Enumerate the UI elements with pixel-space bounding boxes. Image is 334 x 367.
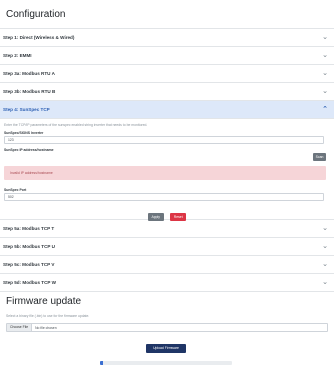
step-4-header[interactable]: Step 4: SunSpec TCP ⌃ xyxy=(0,101,334,119)
firmware-description: Select a binary file (.bin) to use for t… xyxy=(6,314,90,318)
step-4-hint: Enter the TCP/IP parameters of the sunsp… xyxy=(4,123,148,127)
step-1-label: Step 1: Direct (Wireless & Wired) xyxy=(3,35,75,40)
config-steps-accordion: Step 1: Direct (Wireless & Wired) ⌄ Step… xyxy=(0,28,334,292)
chevron-down-icon: ⌄ xyxy=(322,224,328,232)
step-5a-header[interactable]: Step 5a: Modbus TCP T ⌄ xyxy=(0,220,334,238)
firmware-file-input[interactable]: Choose File No file chosen xyxy=(6,323,328,332)
chevron-down-icon: ⌄ xyxy=(322,87,328,95)
step-5d-label: Step 5d: Modbus TCP W xyxy=(3,280,56,285)
page: Configuration Step 1: Direct (Wireless &… xyxy=(0,0,334,367)
step-5b-header[interactable]: Step 5b: Modbus TCP U ⌄ xyxy=(0,238,334,256)
step-1-header[interactable]: Step 1: Direct (Wireless & Wired) ⌄ xyxy=(0,29,334,47)
chevron-down-icon: ⌄ xyxy=(322,33,328,41)
reset-button[interactable]: Reset xyxy=(170,213,187,221)
step-4-body: Enter the TCP/IP parameters of the sunsp… xyxy=(0,119,334,221)
choose-file-button[interactable]: Choose File xyxy=(7,324,33,331)
chevron-down-icon: ⌄ xyxy=(322,278,328,286)
step-5b-label: Step 5b: Modbus TCP U xyxy=(3,244,55,249)
step-5a-label: Step 5a: Modbus TCP T xyxy=(3,226,55,231)
apply-button[interactable]: Apply xyxy=(147,213,164,221)
step-3b-label: Step 3b: Modbus RTU B xyxy=(3,89,56,94)
ip-row: Scan xyxy=(4,153,330,162)
upload-firmware-button[interactable]: Upload Firmware xyxy=(146,344,186,353)
chevron-up-icon: ⌃ xyxy=(322,105,328,113)
port-input[interactable]: 502 xyxy=(4,193,324,201)
step-4-actions: Apply Reset xyxy=(4,205,330,221)
step-4-label: Step 4: SunSpec TCP xyxy=(3,107,50,112)
config-title: Configuration xyxy=(6,9,66,20)
host-input[interactable]: 123 xyxy=(4,136,324,144)
chevron-down-icon: ⌄ xyxy=(322,260,328,268)
chevron-down-icon: ⌄ xyxy=(322,51,328,59)
chevron-down-icon: ⌄ xyxy=(322,242,328,250)
step-5d-header[interactable]: Step 5d: Modbus TCP W ⌄ xyxy=(0,274,334,292)
step-5c-header[interactable]: Step 5c: Modbus TCP V ⌄ xyxy=(0,256,334,274)
firmware-title: Firmware update xyxy=(6,296,82,307)
chevron-down-icon: ⌄ xyxy=(322,69,328,77)
step-3b-header[interactable]: Step 3b: Modbus RTU B ⌄ xyxy=(0,83,334,101)
firmware-progress-bar xyxy=(100,361,232,365)
step-2-label: Step 2: EMMI xyxy=(3,53,32,58)
step-5c-label: Step 5c: Modbus TCP V xyxy=(3,262,55,267)
firmware-progress-fill xyxy=(100,361,103,365)
step-3a-header[interactable]: Step 3a: Modbus RTU A ⌄ xyxy=(0,65,334,83)
file-status-text: No file chosen xyxy=(35,325,57,330)
scan-button[interactable]: Scan xyxy=(313,153,326,161)
step-2-header[interactable]: Step 2: EMMI ⌄ xyxy=(0,47,334,65)
ip-error-alert: Invalid IP address/hostname xyxy=(4,166,326,180)
step-3a-label: Step 3a: Modbus RTU A xyxy=(3,71,55,76)
